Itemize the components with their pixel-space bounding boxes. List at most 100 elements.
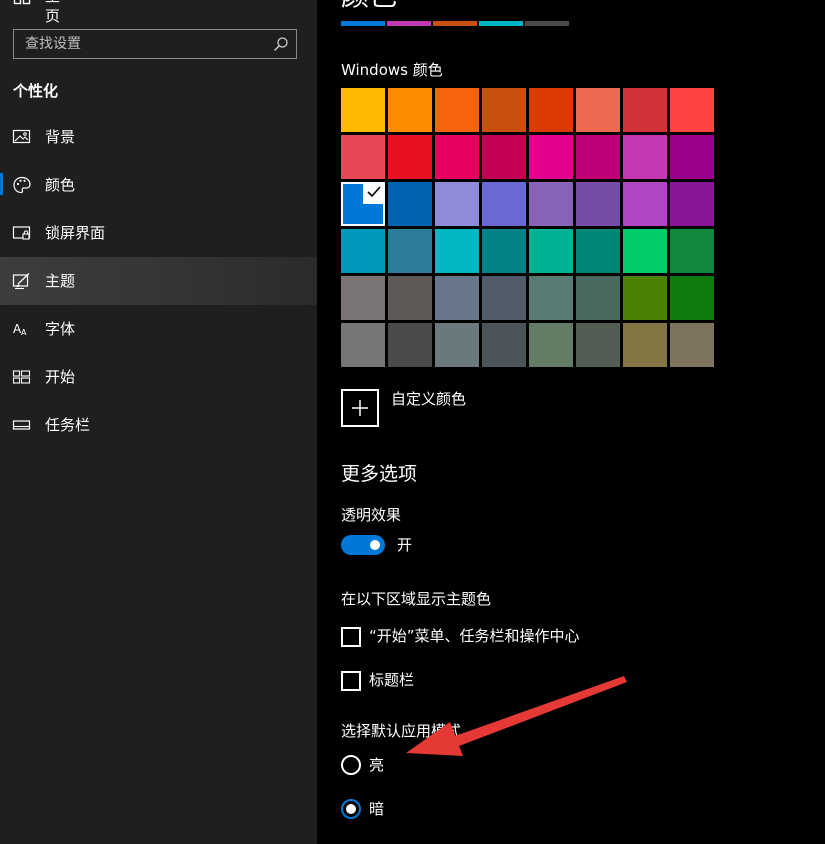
color-swatch[interactable] xyxy=(435,229,479,273)
color-swatch[interactable] xyxy=(341,88,385,132)
color-swatch[interactable] xyxy=(623,323,667,367)
color-swatch[interactable] xyxy=(435,323,479,367)
color-swatch[interactable] xyxy=(576,229,620,273)
color-swatch[interactable] xyxy=(670,276,714,320)
title-bars-checkbox[interactable] xyxy=(341,671,361,691)
recent-color-swatch[interactable] xyxy=(387,21,431,26)
color-swatch[interactable] xyxy=(623,135,667,179)
sidebar-item-start[interactable]: 开始 xyxy=(0,353,317,401)
search-icon[interactable] xyxy=(273,36,289,52)
toggle-knob xyxy=(370,540,380,550)
taskbar-icon xyxy=(12,420,31,430)
color-swatch[interactable] xyxy=(670,88,714,132)
color-swatch[interactable] xyxy=(435,88,479,132)
color-swatch[interactable] xyxy=(388,229,432,273)
plus-icon xyxy=(352,400,368,416)
color-swatch[interactable] xyxy=(435,182,479,226)
svg-text:A: A xyxy=(21,328,27,337)
color-swatch[interactable] xyxy=(482,323,526,367)
recent-color-swatch[interactable] xyxy=(479,21,523,26)
color-swatch[interactable] xyxy=(388,323,432,367)
sidebar-item-taskbar[interactable]: 任务栏 xyxy=(0,401,317,449)
sidebar-item-lock-screen[interactable]: 锁屏界面 xyxy=(0,209,317,257)
color-swatch-selected[interactable] xyxy=(341,182,385,226)
sidebar-item-label: 背景 xyxy=(45,128,76,146)
color-swatch[interactable] xyxy=(341,276,385,320)
color-swatch[interactable] xyxy=(576,276,620,320)
windows-colors-label: Windows 颜色 xyxy=(341,61,443,79)
sidebar-item-label: 颜色 xyxy=(45,176,76,194)
color-swatch[interactable] xyxy=(670,182,714,226)
color-swatch[interactable] xyxy=(529,323,573,367)
color-swatch[interactable] xyxy=(341,135,385,179)
search-input[interactable] xyxy=(14,30,264,58)
search-box xyxy=(13,29,297,59)
sidebar-item-label: 主题 xyxy=(45,272,76,290)
checkmark-icon xyxy=(363,182,385,204)
recent-colors xyxy=(341,21,569,26)
color-swatch[interactable] xyxy=(670,323,714,367)
color-swatch[interactable] xyxy=(529,182,573,226)
color-swatch[interactable] xyxy=(388,88,432,132)
dark-mode-radio[interactable] xyxy=(341,799,361,819)
color-swatch[interactable] xyxy=(435,135,479,179)
custom-color-label[interactable]: 自定义颜色 xyxy=(391,389,466,409)
start-grid-icon xyxy=(12,370,31,384)
color-swatch[interactable] xyxy=(623,229,667,273)
page-title: 颜色 xyxy=(341,0,397,14)
color-swatch[interactable] xyxy=(388,276,432,320)
color-swatch[interactable] xyxy=(529,276,573,320)
color-swatch[interactable] xyxy=(576,135,620,179)
recent-color-swatch[interactable] xyxy=(433,21,477,26)
color-swatch[interactable] xyxy=(341,229,385,273)
color-swatch[interactable] xyxy=(576,182,620,226)
color-swatch[interactable] xyxy=(670,135,714,179)
color-swatch[interactable] xyxy=(482,276,526,320)
palette-icon xyxy=(13,176,31,194)
color-swatch[interactable] xyxy=(388,182,432,226)
color-swatch[interactable] xyxy=(576,323,620,367)
recent-color-swatch[interactable] xyxy=(525,21,569,26)
start-taskbar-action-center-label[interactable]: “开始”菜单、任务栏和操作中心 xyxy=(369,626,580,646)
color-swatch[interactable] xyxy=(529,88,573,132)
picture-icon xyxy=(12,129,31,144)
color-swatch[interactable] xyxy=(435,276,479,320)
sidebar-item-label: 任务栏 xyxy=(45,416,91,434)
start-taskbar-action-center-checkbox[interactable] xyxy=(341,627,361,647)
light-mode-radio[interactable] xyxy=(341,755,361,775)
custom-color-button[interactable] xyxy=(341,389,379,427)
color-swatch[interactable] xyxy=(623,88,667,132)
transparency-label: 透明效果 xyxy=(341,506,402,524)
title-bars-label[interactable]: 标题栏 xyxy=(369,670,414,690)
color-swatch[interactable] xyxy=(482,229,526,273)
color-swatch[interactable] xyxy=(576,88,620,132)
lock-screen-icon xyxy=(12,226,31,240)
color-swatch[interactable] xyxy=(529,135,573,179)
color-swatch[interactable] xyxy=(482,88,526,132)
color-swatch[interactable] xyxy=(388,135,432,179)
home-label: 主页 xyxy=(45,0,61,25)
sidebar-item-background[interactable]: 背景 xyxy=(0,113,317,161)
app-mode-label: 选择默认应用模式 xyxy=(341,722,462,740)
sidebar-item-label: 锁屏界面 xyxy=(45,224,106,242)
color-swatch[interactable] xyxy=(670,229,714,273)
color-swatch[interactable] xyxy=(529,229,573,273)
section-title: 个性化 xyxy=(13,82,59,100)
recent-color-swatch[interactable] xyxy=(341,21,385,26)
color-swatch[interactable] xyxy=(482,182,526,226)
color-swatch[interactable] xyxy=(482,135,526,179)
dark-mode-label[interactable]: 暗 xyxy=(369,799,384,819)
sidebar-item-themes[interactable]: 主题 xyxy=(0,257,317,305)
sidebar-item-colors[interactable]: 颜色 xyxy=(0,161,317,209)
colors-settings-page: 颜色 Windows 颜色 自定义颜色 更多选项 透明效果 开 在以下区域显示主… xyxy=(317,0,825,844)
sidebar-item-label: 开始 xyxy=(45,368,76,386)
radio-dot xyxy=(346,804,356,814)
color-swatch[interactable] xyxy=(623,182,667,226)
transparency-toggle[interactable] xyxy=(341,535,385,555)
light-mode-label[interactable]: 亮 xyxy=(369,755,384,775)
color-swatch[interactable] xyxy=(623,276,667,320)
font-icon: A A xyxy=(13,322,27,337)
sidebar-item-fonts[interactable]: A A 字体 xyxy=(0,305,317,353)
sidebar: 主页 个性化 背景 颜色 锁屏界面 xyxy=(0,0,317,844)
color-swatch[interactable] xyxy=(341,323,385,367)
